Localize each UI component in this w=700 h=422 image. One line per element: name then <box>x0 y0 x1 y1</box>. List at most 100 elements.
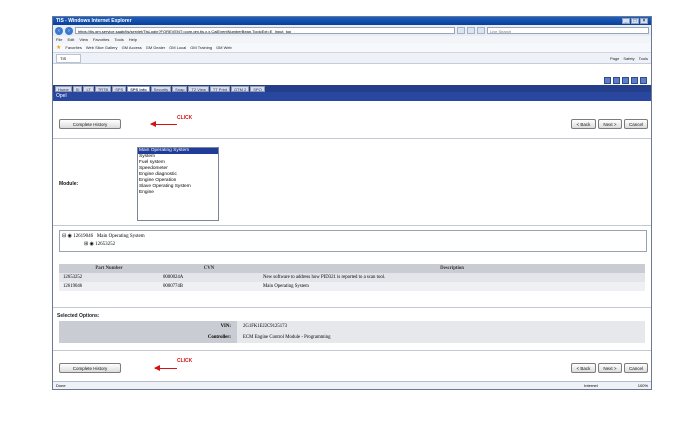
table-row: 12619046 0000774B Main Operating System <box>59 282 645 291</box>
favorites-star-icon[interactable]: ★ <box>56 44 61 51</box>
cell-part-number: 12619046 <box>63 284 83 289</box>
divider <box>53 350 651 351</box>
fav-link-gm-dealer[interactable]: GM Dealer <box>146 45 165 50</box>
software-tree: ⊟ ◉ 12619046 Main Operating System ⊞ ◉ 1… <box>59 230 647 252</box>
chart-icon[interactable] <box>604 77 611 84</box>
address-bar[interactable]: https://tis.gm.service.saab/tis/servlet/… <box>75 27 455 34</box>
footer-text-strip <box>57 389 647 390</box>
tab-tt-print[interactable]: TT Print <box>209 85 231 92</box>
tab-t2-view[interactable]: T2 View <box>188 85 209 92</box>
help-icon[interactable] <box>631 77 638 84</box>
tools-menu[interactable]: Tools <box>639 56 648 61</box>
option-row: VIN: 2G1FK1EJ2C9125173 <box>59 321 645 332</box>
fav-link-gm-training[interactable]: GM Training <box>190 45 212 50</box>
option-key-controller: Controller: <box>59 332 237 343</box>
status-text: Done <box>56 383 66 388</box>
table-row: 12653252 0000024A New software to addres… <box>59 273 645 282</box>
menu-tools[interactable]: Tools <box>114 37 123 42</box>
arrow-annotation-bottom <box>154 365 177 371</box>
module-label: Module: <box>59 181 79 187</box>
tab-lt[interactable]: LT <box>83 85 94 92</box>
complete-history-button-bottom[interactable]: Complete History <box>59 363 121 373</box>
tab-spo[interactable]: SPO <box>250 85 265 92</box>
lock-icon <box>457 27 465 34</box>
module-option[interactable]: Engine <box>138 190 218 196</box>
menu-edit[interactable]: Edit <box>67 37 74 42</box>
minimize-icon[interactable]: _ <box>622 18 630 24</box>
option-row: Controller: ECM Engine Control Module - … <box>59 332 645 343</box>
tree-node-root[interactable]: ⊟ ◉ 12619046 Main Operating System <box>62 233 145 239</box>
fav-link-gm-local[interactable]: GM Local <box>169 45 186 50</box>
col-cvn: CVN <box>203 266 215 271</box>
selected-options-label: Selected Options: <box>57 313 100 319</box>
back-button-bottom[interactable]: < Back <box>571 363 596 373</box>
option-value-vin: 2G1FK1EJ2C9125173 <box>237 321 645 332</box>
save-icon[interactable] <box>622 77 629 84</box>
expand-plus-icon[interactable]: ⊞ <box>84 242 88 247</box>
cell-description: Main Operating System <box>263 284 309 289</box>
search-input[interactable]: Live Search <box>487 27 649 34</box>
cell-cvn: 0000024A <box>163 275 184 280</box>
app-nav-tabs: Home SI LT TRTB SPS SPS Info Security Sn… <box>53 85 651 92</box>
close-icon[interactable]: × <box>640 18 648 24</box>
tab-si[interactable]: SI <box>72 85 83 92</box>
next-button-top[interactable]: Next > <box>598 119 622 129</box>
tree-node-icon: ◉ <box>67 234 72 239</box>
favorites-button[interactable]: Favorites <box>65 45 81 50</box>
table-header: Part Number CVN Description <box>59 264 645 273</box>
cancel-button-bottom[interactable]: Cancel <box>624 363 648 373</box>
vehicle-title: Opel <box>53 92 651 101</box>
expand-minus-icon[interactable]: ⊟ <box>62 234 66 239</box>
tab-gtm2[interactable]: GTM 2 <box>231 85 250 92</box>
maximize-icon[interactable]: □ <box>631 18 639 24</box>
refresh-icon[interactable] <box>467 27 475 34</box>
tab-sps-info[interactable]: SPS Info <box>127 85 150 92</box>
browser-window: TIS - Windows Internet Explorer _ □ × ‹ … <box>52 16 652 390</box>
module-listbox[interactable]: Main Operating System System Fuel system… <box>137 147 219 221</box>
status-zone: Internet <box>584 383 598 388</box>
window-title: TIS - Windows Internet Explorer <box>56 18 132 24</box>
menu-bar: File Edit View Favorites Tools Help <box>53 36 651 43</box>
menu-help[interactable]: Help <box>129 37 137 42</box>
divider <box>53 225 651 226</box>
selected-options-table: VIN: 2G1FK1EJ2C9125173 Controller: ECM E… <box>59 321 645 343</box>
tree-root-label: Main Operating System <box>96 234 145 239</box>
exit-icon[interactable] <box>640 77 647 84</box>
menu-file[interactable]: File <box>56 37 62 42</box>
back-nav-icon[interactable]: ‹ <box>55 26 63 35</box>
zoom-level[interactable]: 100% <box>638 382 648 389</box>
browser-tab[interactable]: TIS <box>56 53 82 63</box>
title-bar: TIS - Windows Internet Explorer _ □ × <box>53 17 651 25</box>
stop-icon[interactable] <box>477 27 485 34</box>
tree-child-number: 12653252 <box>95 242 116 247</box>
option-value-controller: ECM Engine Control Module - Programming <box>237 332 645 343</box>
tree-node-icon: ◉ <box>89 242 94 247</box>
safety-menu[interactable]: Safety <box>623 56 634 61</box>
click-annotation-bottom: CLICK <box>177 358 193 364</box>
divider <box>53 138 651 139</box>
tab-security[interactable]: Security <box>150 85 172 92</box>
fav-link-gm-access[interactable]: GM Access <box>122 45 142 50</box>
tree-root-number: 12619046 <box>73 234 94 239</box>
tree-node-child[interactable]: ⊞ ◉ 12653252 <box>84 241 115 247</box>
cell-description: New software to address how PID321 is re… <box>263 275 386 280</box>
fav-link-web-slice[interactable]: Web Slice Gallery <box>86 45 118 50</box>
tab-snap[interactable]: Snap <box>172 85 188 92</box>
cancel-button-top[interactable]: Cancel <box>624 119 648 129</box>
fav-link-gm-web[interactable]: GM Web <box>216 45 232 50</box>
tab-trtb[interactable]: TRTB <box>94 85 112 92</box>
tab-home[interactable]: Home <box>55 85 72 92</box>
forward-nav-icon[interactable]: › <box>65 26 73 35</box>
app-toolbar-icons <box>604 77 647 84</box>
menu-view[interactable]: View <box>79 37 88 42</box>
print-icon[interactable] <box>613 77 620 84</box>
click-annotation-top: CLICK <box>177 115 193 121</box>
menu-favorites[interactable]: Favorites <box>93 37 109 42</box>
software-table: Part Number CVN Description 12653252 000… <box>59 264 645 291</box>
next-button-bottom[interactable]: Next > <box>598 363 622 373</box>
back-button-top[interactable]: < Back <box>571 119 596 129</box>
page-menu[interactable]: Page <box>610 56 619 61</box>
complete-history-button-top[interactable]: Complete History <box>59 119 121 129</box>
address-row: ‹ › https://tis.gm.service.saab/tis/serv… <box>53 25 651 36</box>
tab-sps[interactable]: SPS <box>112 85 127 92</box>
